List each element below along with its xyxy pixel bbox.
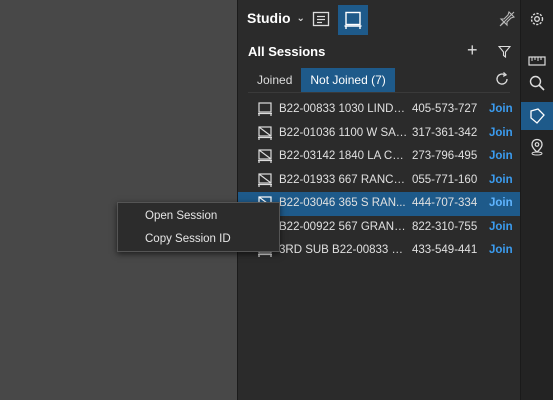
join-button[interactable]: Join [489,103,513,115]
studio-label: Studio [247,10,291,26]
sessions-title: All Sessions [248,44,326,59]
gear-icon[interactable] [521,6,553,32]
session-phone: 433-549-441 [412,244,478,256]
join-button[interactable]: Join [489,221,513,233]
table-row[interactable]: B22-03046 365 S RAN... 444-707-334 Join [238,192,520,216]
session-phone: 317-361-342 [412,126,478,139]
session-phone: 273-796-495 [412,150,478,162]
menu-item-open-session[interactable]: Open Session [145,210,217,222]
studio-menu[interactable]: Studio ⌄ [247,10,305,26]
drawing-canvas[interactable] [0,0,237,400]
tabs-divider [248,92,510,93]
chevron-down-icon: ⌄ [296,13,305,24]
session-name: B22-03046 365 S RAN... [279,197,406,209]
table-row[interactable]: 3RD SUB B22-00833 10... 433-549-441 Join [238,239,520,263]
panel-header: Studio ⌄ [238,0,520,38]
session-name: B22-00833 1030 LINDA... [279,103,409,115]
session-icon-disabled [257,125,273,140]
unpin-icon[interactable] [494,6,520,32]
session-phone: 055-771-160 [412,173,478,186]
session-name: B22-01933 667 RANCH... [279,173,409,186]
notes-icon[interactable] [308,6,334,32]
join-button[interactable]: Join [489,197,513,209]
session-phone: 822-310-755 [412,220,478,233]
tab-joined[interactable]: Joined [248,68,301,92]
session-name: B22-01036 1100 W SAN... [279,126,409,139]
sessions-icon[interactable] [338,5,368,35]
session-phone: 405-573-727 [412,103,478,115]
context-menu: Open Session Copy Session ID [117,202,280,252]
location-pin-icon[interactable] [521,134,553,160]
join-button[interactable]: Join [489,127,513,139]
session-icon-disabled [257,149,273,163]
right-toolbar [520,0,553,400]
table-row[interactable]: B22-01036 1100 W SAN... 317-361-342 Join [238,122,520,146]
join-button[interactable]: Join [489,150,513,162]
sessions-panel: Studio ⌄ All Sessions + Joined Not Joine… [238,0,520,400]
sessions-title-row: All Sessions + [238,40,520,62]
join-button[interactable]: Join [489,244,513,256]
tag-icon[interactable] [521,102,553,130]
table-row[interactable]: B22-01933 667 RANCH... 055-771-160 Join [238,169,520,193]
menu-item-copy-session-id[interactable]: Copy Session ID [145,233,231,245]
session-list: B22-00833 1030 LINDA... 405-573-727 Join… [238,98,520,263]
plus-icon[interactable]: + [467,40,478,61]
session-tabs: Joined Not Joined (7) [248,68,395,92]
refresh-icon[interactable] [494,71,510,92]
table-row[interactable]: B22-00922 567 GRAND... 822-310-755 Join [238,216,520,240]
session-phone: 444-707-334 [412,197,478,209]
session-name: 3RD SUB B22-00833 10... [279,244,409,256]
search-icon[interactable] [521,70,553,96]
tab-not-joined[interactable]: Not Joined (7) [301,68,395,92]
join-button[interactable]: Join [489,174,513,186]
table-row[interactable]: B22-03142 1840 LA CO... 273-796-495 Join [238,145,520,169]
filter-icon[interactable] [497,45,512,63]
session-name: B22-03142 1840 LA CO... [279,150,409,162]
session-icon [257,102,273,116]
session-name: B22-00922 567 GRAND... [279,220,409,233]
session-icon-disabled [257,172,273,187]
table-row[interactable]: B22-00833 1030 LINDA... 405-573-727 Join [238,98,520,122]
